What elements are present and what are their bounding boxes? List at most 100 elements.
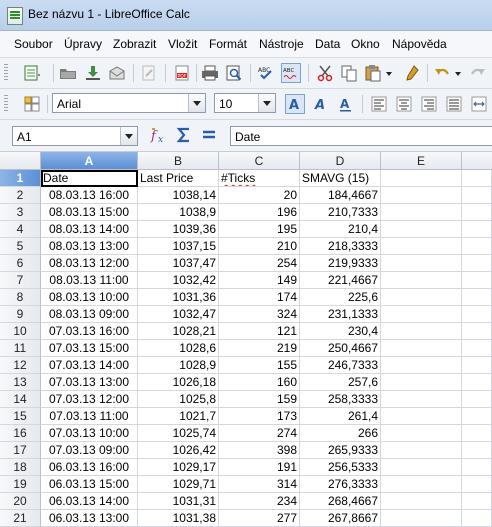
cell-d[interactable]: 257,6 bbox=[300, 374, 381, 391]
cell-e[interactable] bbox=[381, 476, 462, 493]
justify-icon[interactable] bbox=[444, 94, 464, 114]
cell-d[interactable]: 184,4667 bbox=[300, 187, 381, 204]
cell-d[interactable]: 231,1333 bbox=[300, 306, 381, 323]
cell-c[interactable]: 254 bbox=[219, 255, 300, 272]
cell-a[interactable]: 06.03.13 13:00 bbox=[41, 510, 138, 527]
menu-file[interactable]: Soubor bbox=[14, 37, 53, 51]
cell-c[interactable]: 398 bbox=[219, 442, 300, 459]
menu-view[interactable]: Zobrazit bbox=[113, 37, 156, 51]
row-header[interactable]: 15 bbox=[0, 408, 41, 425]
cell-c[interactable]: 210 bbox=[219, 238, 300, 255]
cell-d[interactable]: SMAVG (15) bbox=[300, 170, 381, 187]
cell-a[interactable]: 08.03.13 11:00 bbox=[41, 272, 138, 289]
cell-c[interactable]: 234 bbox=[219, 493, 300, 510]
menu-window[interactable]: Okno bbox=[351, 37, 380, 51]
column-header-f[interactable] bbox=[462, 152, 492, 170]
cell-b[interactable]: 1031,31 bbox=[138, 493, 219, 510]
row-header[interactable]: 9 bbox=[0, 306, 41, 323]
cell-e[interactable] bbox=[381, 459, 462, 476]
chevron-down-icon[interactable] bbox=[188, 94, 205, 112]
clone-formatting-icon[interactable] bbox=[402, 63, 422, 83]
font-name-combo[interactable]: Arial bbox=[52, 93, 206, 113]
cell-a[interactable]: 07.03.13 09:00 bbox=[41, 442, 138, 459]
print-preview-icon[interactable] bbox=[224, 63, 244, 83]
bold-icon[interactable]: A bbox=[285, 94, 305, 114]
cell-e[interactable] bbox=[381, 391, 462, 408]
cell-a[interactable]: 07.03.13 16:00 bbox=[41, 323, 138, 340]
cell-a[interactable]: 07.03.13 12:00 bbox=[41, 391, 138, 408]
sum-icon[interactable] bbox=[174, 125, 194, 145]
cell-f[interactable] bbox=[462, 340, 492, 357]
cell-b[interactable]: 1039,36 bbox=[138, 221, 219, 238]
cell-d[interactable]: 221,4667 bbox=[300, 272, 381, 289]
cell-e[interactable] bbox=[381, 425, 462, 442]
cell-f[interactable] bbox=[462, 272, 492, 289]
cell-a[interactable]: Date bbox=[41, 170, 138, 187]
cell-e[interactable] bbox=[381, 493, 462, 510]
cell-a[interactable]: 08.03.13 16:00 bbox=[41, 187, 138, 204]
cell-a[interactable]: 08.03.13 14:00 bbox=[41, 221, 138, 238]
row-header[interactable]: 16 bbox=[0, 425, 41, 442]
cell-b[interactable]: 1029,17 bbox=[138, 459, 219, 476]
row-header[interactable]: 2 bbox=[0, 187, 41, 204]
email-document-icon[interactable] bbox=[107, 63, 127, 83]
row-header[interactable]: 14 bbox=[0, 391, 41, 408]
row-header[interactable]: 8 bbox=[0, 289, 41, 306]
cell-e[interactable] bbox=[381, 357, 462, 374]
cell-a[interactable]: 06.03.13 16:00 bbox=[41, 459, 138, 476]
autospellcheck-icon[interactable]: ABC bbox=[281, 63, 301, 83]
cell-f[interactable] bbox=[462, 221, 492, 238]
print-icon[interactable] bbox=[200, 63, 220, 83]
cell-b[interactable]: 1038,14 bbox=[138, 187, 219, 204]
menu-data[interactable]: Data bbox=[315, 37, 340, 51]
cell-b[interactable]: 1029,71 bbox=[138, 476, 219, 493]
cell-f[interactable] bbox=[462, 391, 492, 408]
cell-b[interactable]: 1021,7 bbox=[138, 408, 219, 425]
column-header-e[interactable]: E bbox=[381, 152, 462, 170]
paste-dropdown-icon[interactable] bbox=[384, 63, 394, 83]
cell-a[interactable]: 07.03.13 10:00 bbox=[41, 425, 138, 442]
cell-e[interactable] bbox=[381, 340, 462, 357]
cell-d[interactable]: 218,3333 bbox=[300, 238, 381, 255]
cell-f[interactable] bbox=[462, 357, 492, 374]
cell-f[interactable] bbox=[462, 459, 492, 476]
cell-f[interactable] bbox=[462, 510, 492, 527]
row-header[interactable]: 6 bbox=[0, 255, 41, 272]
cell-c[interactable]: 121 bbox=[219, 323, 300, 340]
cell-f[interactable] bbox=[462, 442, 492, 459]
cell-c[interactable]: 277 bbox=[219, 510, 300, 527]
cell-a[interactable]: 06.03.13 15:00 bbox=[41, 476, 138, 493]
cell-f[interactable] bbox=[462, 408, 492, 425]
cell-c[interactable]: 155 bbox=[219, 357, 300, 374]
cell-f[interactable] bbox=[462, 476, 492, 493]
copy-icon[interactable] bbox=[339, 63, 359, 83]
cell-e[interactable] bbox=[381, 187, 462, 204]
cell-c[interactable]: 219 bbox=[219, 340, 300, 357]
cell-f[interactable] bbox=[462, 323, 492, 340]
cell-c[interactable]: 314 bbox=[219, 476, 300, 493]
row-header[interactable]: 3 bbox=[0, 204, 41, 221]
row-header[interactable]: 11 bbox=[0, 340, 41, 357]
column-header-d[interactable]: D bbox=[300, 152, 381, 170]
cell-b[interactable]: 1031,38 bbox=[138, 510, 219, 527]
cell-a[interactable]: 08.03.13 13:00 bbox=[41, 238, 138, 255]
font-size-combo[interactable]: 10 bbox=[214, 93, 276, 113]
cell-a[interactable]: 07.03.13 14:00 bbox=[41, 357, 138, 374]
redo-icon[interactable] bbox=[468, 63, 488, 83]
chevron-down-icon[interactable] bbox=[120, 127, 137, 145]
menu-edit[interactable]: Úpravy bbox=[64, 37, 102, 51]
cell-d[interactable]: 265,9333 bbox=[300, 442, 381, 459]
cell-c[interactable]: 149 bbox=[219, 272, 300, 289]
cell-b[interactable]: 1028,21 bbox=[138, 323, 219, 340]
select-all-corner[interactable] bbox=[0, 152, 41, 170]
cell-f[interactable] bbox=[462, 238, 492, 255]
cell-e[interactable] bbox=[381, 306, 462, 323]
cell-b[interactable]: 1038,9 bbox=[138, 204, 219, 221]
cell-a[interactable]: 08.03.13 09:00 bbox=[41, 306, 138, 323]
cell-b[interactable]: 1025,8 bbox=[138, 391, 219, 408]
cell-d[interactable]: 267,8667 bbox=[300, 510, 381, 527]
cell-f[interactable] bbox=[462, 289, 492, 306]
cut-icon[interactable] bbox=[315, 63, 335, 83]
cell-c[interactable]: 274 bbox=[219, 425, 300, 442]
cell-d[interactable]: 250,4667 bbox=[300, 340, 381, 357]
